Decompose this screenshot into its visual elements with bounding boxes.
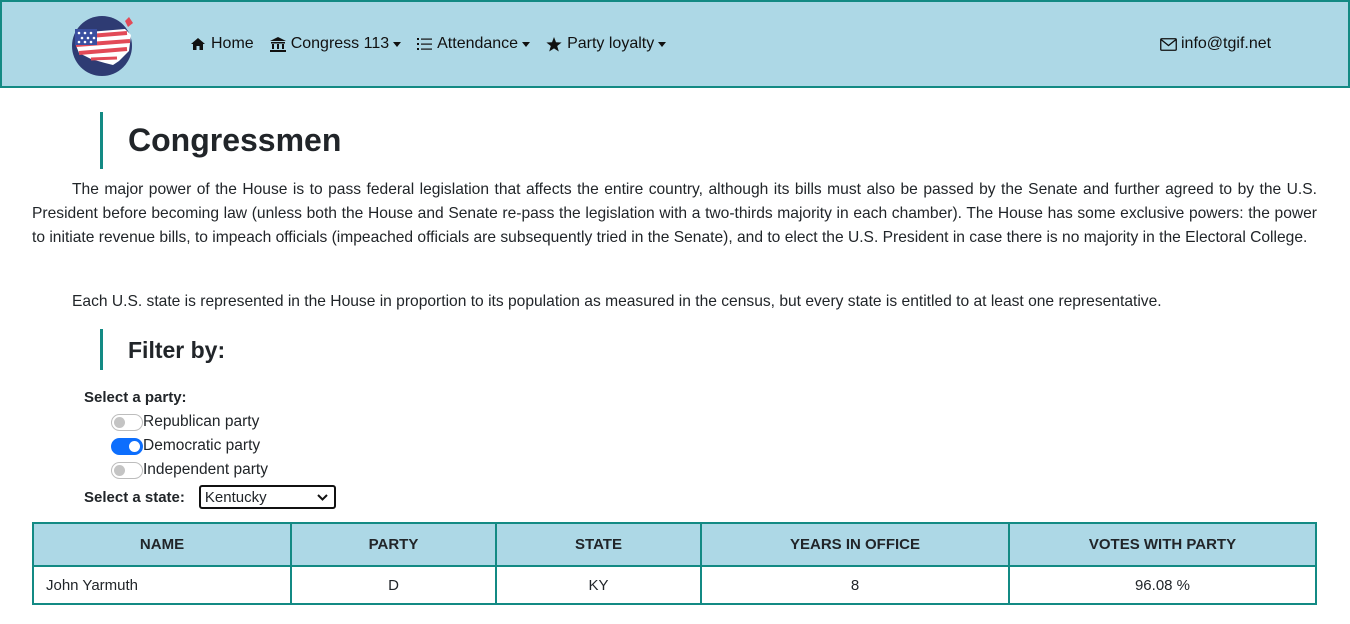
caret-down-icon [658,41,667,47]
republican-toggle[interactable] [111,413,143,431]
caret-down-icon [393,41,402,47]
header-votes-with-party[interactable]: VOTES WITH PARTY [1008,522,1317,567]
list-icon [417,38,433,50]
nav-congress-label: Congress 113 [290,35,390,52]
state-select-value: Kentucky [204,488,267,506]
party-option-independent: Independent party [111,459,268,481]
envelope-icon [1160,37,1177,51]
republican-label: Republican party [143,413,260,430]
contact-email-label: info@tgif.net [1181,35,1272,52]
intro-paragraph-2: Each U.S. state is represented in the Ho… [72,293,1162,310]
navbar: Home Congress 113 Attendance Party loyal… [0,0,1350,88]
chevron-down-icon [317,493,328,501]
usa-map-logo[interactable] [69,13,135,77]
party-option-democratic: Democratic party [111,435,260,457]
nav-home[interactable]: Home [190,35,254,53]
nav-attendance-dropdown[interactable]: Attendance [417,35,531,53]
bank-icon [269,36,286,52]
header-state[interactable]: STATE [495,522,702,567]
congressmen-table: NAME PARTY STATE YEARS IN OFFICE VOTES W… [32,522,1317,605]
cell-name[interactable]: John Yarmuth [32,565,292,605]
cell-party: D [290,565,497,605]
state-filter-label: Select a state: [84,488,185,506]
header-party[interactable]: PARTY [290,522,497,567]
independent-label: Independent party [143,461,268,478]
page-title: Congressmen [100,112,500,169]
independent-toggle[interactable] [111,461,143,479]
nav-party-loyalty-label: Party loyalty [567,35,655,52]
nav-congress-dropdown[interactable]: Congress 113 [269,35,402,53]
contact-email-link[interactable]: info@tgif.net [1160,35,1271,53]
star-icon [546,36,562,51]
nav-attendance-label: Attendance [437,35,519,52]
nav-party-loyalty-dropdown[interactable]: Party loyalty [546,35,667,53]
party-option-republican: Republican party [111,411,259,433]
party-filter-label: Select a party: [84,389,187,406]
table-row: John Yarmuth D KY 8 96.08 % [32,565,1317,605]
state-select[interactable]: Kentucky [198,485,336,509]
header-name[interactable]: NAME [32,522,292,567]
cell-years-in-office: 8 [700,565,1010,605]
caret-down-icon [522,41,531,47]
nav-links: Home Congress 113 Attendance Party loyal… [190,35,682,53]
header-years-in-office[interactable]: YEARS IN OFFICE [700,522,1010,567]
state-filter: Select a state: Kentucky [84,485,336,509]
table-header-row: NAME PARTY STATE YEARS IN OFFICE VOTES W… [32,522,1317,567]
nav-home-label: Home [211,35,254,52]
intro-paragraph: The major power of the House is to pass … [32,181,1317,246]
filter-heading: Filter by: [100,329,400,370]
democratic-toggle[interactable] [111,437,143,455]
cell-votes-with-party: 96.08 % [1008,565,1317,605]
home-icon [191,38,205,50]
democratic-label: Democratic party [143,437,261,454]
cell-state: KY [495,565,702,605]
